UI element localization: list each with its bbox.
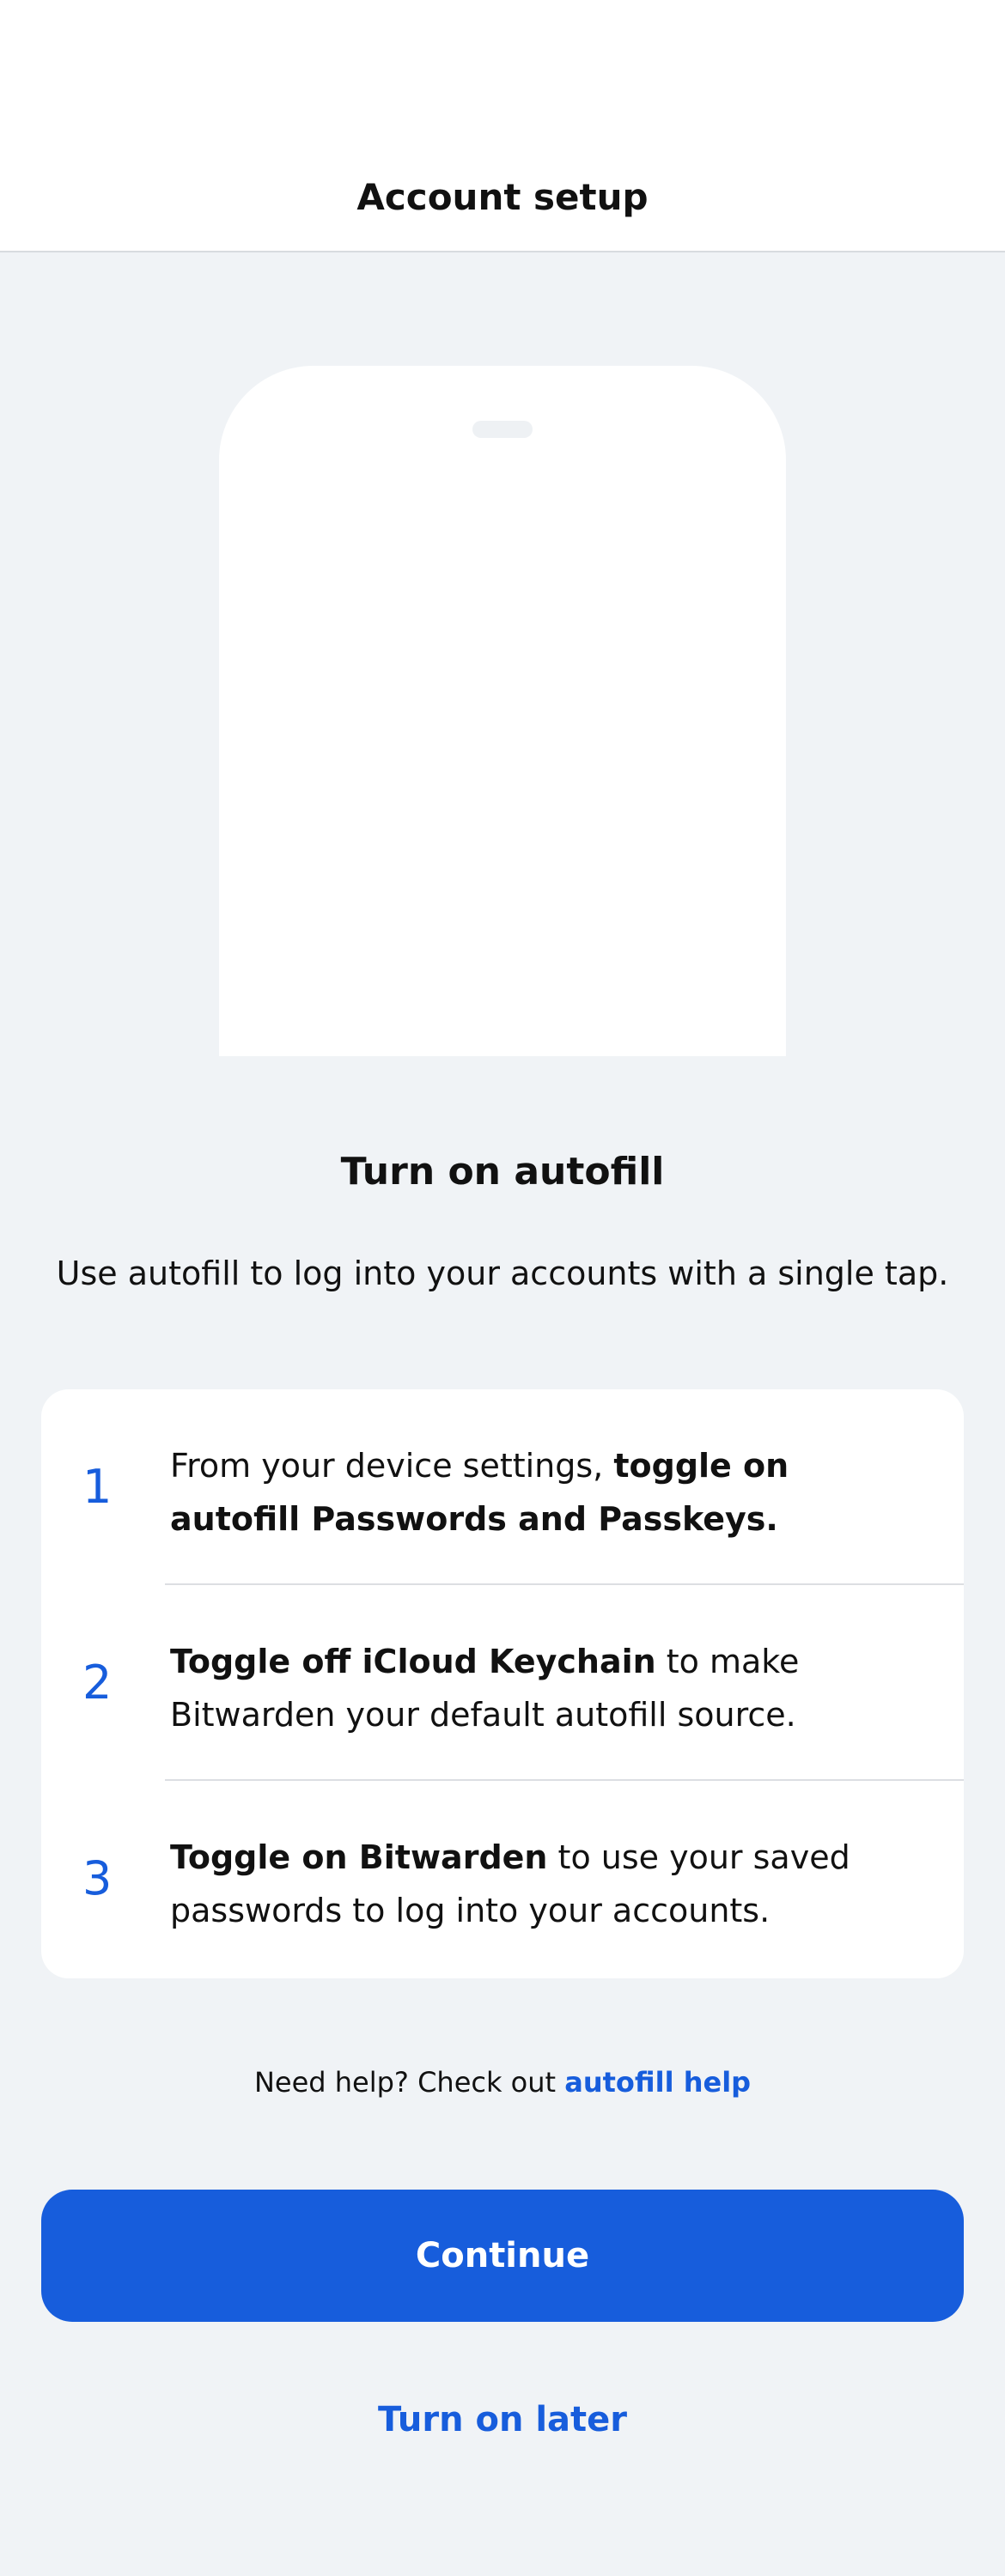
step-text-plain: From your device settings, [170,1447,614,1485]
phone-speaker-icon [472,421,533,438]
step-number: 2 [82,1656,113,1710]
instruction-step-3: 3 Toggle on Bitwarden to use your saved … [41,1781,964,1977]
step-number: 1 [82,1460,113,1514]
turn-on-later-button[interactable]: Turn on later [288,2392,717,2447]
instruction-steps-card: 1 From your device settings, toggle on a… [41,1389,964,1978]
step-text: Toggle off iCloud Keychain to make Bitwa… [170,1635,929,1741]
step-text: Toggle on Bitwarden to use your saved pa… [170,1831,929,1937]
step-number: 3 [82,1851,113,1905]
continue-button[interactable]: Continue [41,2190,964,2322]
step-text-bold: Toggle on Bitwarden [170,1838,548,1876]
step-text-bold: Toggle off iCloud Keychain [170,1643,656,1680]
page-title: Turn on autofill [340,1150,665,1194]
step-text: From your device settings, toggle on aut… [170,1439,929,1546]
page-subtitle: Use autofill to log into your accounts w… [56,1255,949,1292]
instruction-step-1: 1 From your device settings, toggle on a… [41,1389,964,1585]
instruction-step-2: 2 Toggle off iCloud Keychain to make Bit… [41,1585,964,1781]
phone-illustration [219,366,786,1056]
autofill-help-link[interactable]: autofill help [564,2066,751,2099]
header-title: Account setup [356,176,649,218]
help-text: Need help? Check out autofill help [0,2061,1005,2104]
navigation-header: Account setup [0,0,1005,252]
help-prefix: Need help? Check out [253,2066,565,2099]
